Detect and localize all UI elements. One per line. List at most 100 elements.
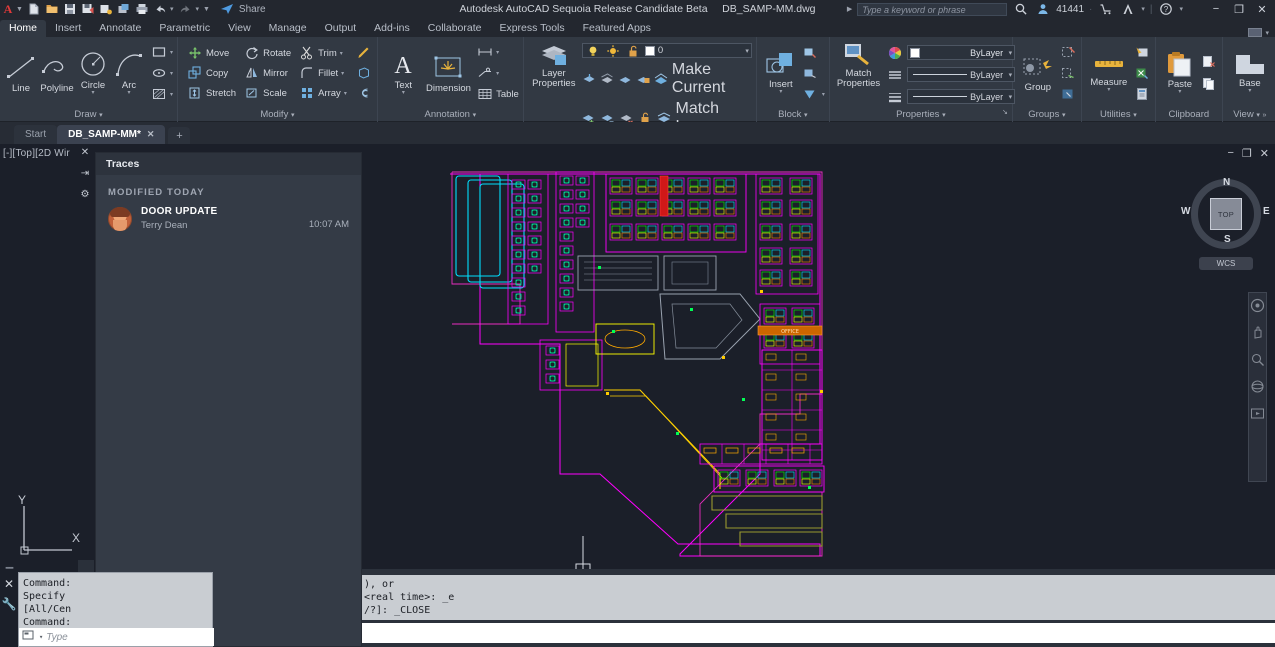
property-linetype-row[interactable]: ByLayer ▾ [886, 65, 1016, 84]
command-close-icon[interactable]: ✕ [0, 577, 18, 591]
help-chevron-icon[interactable]: ▾ [1179, 5, 1183, 13]
print-icon[interactable] [134, 1, 151, 17]
modify-panel-chevron-icon[interactable]: ▾ [291, 112, 295, 119]
color-combo-chevron-icon[interactable]: ▾ [1009, 49, 1013, 57]
compass-north-label[interactable]: N [1223, 177, 1230, 188]
mirror-button[interactable]: Mirror [243, 64, 291, 83]
ribbon-minimize-chevron-icon[interactable]: ▾ [1265, 29, 1269, 37]
properties-panel-chevron-icon[interactable]: ▾ [942, 112, 946, 119]
create-block-button[interactable] [802, 43, 825, 62]
array-button[interactable]: Array ▾ [298, 84, 347, 103]
ellipse-dropdown-icon[interactable]: ▾ [170, 70, 173, 77]
view-panel-expand-icon[interactable]: » [1263, 112, 1267, 119]
id-point-button[interactable] [1134, 85, 1151, 104]
panel-title-clipboard[interactable]: Clipboard [1156, 107, 1222, 122]
lineweight-combo-chevron-icon[interactable]: ▾ [1009, 93, 1013, 101]
explode-button[interactable] [356, 44, 373, 63]
3d-solid-button[interactable] [356, 64, 373, 83]
fillet-button[interactable]: Fillet ▾ [298, 64, 347, 83]
table-button[interactable]: Table [476, 85, 519, 104]
measure-dropdown-icon[interactable]: ▾ [1107, 87, 1110, 93]
workspace-switch-icon[interactable] [1248, 28, 1263, 37]
plot-preview-icon[interactable] [98, 1, 115, 17]
compass-east-label[interactable]: E [1263, 206, 1270, 217]
arc-button[interactable]: Arc ▾ [112, 50, 146, 96]
minimize-button[interactable]: − [1207, 3, 1225, 15]
command-input-placeholder[interactable]: Type [46, 631, 68, 644]
measure-button[interactable]: Measure ▾ [1087, 53, 1131, 93]
ribbon-tab-addins[interactable]: Add-ins [365, 20, 419, 37]
ribbon-tab-manage[interactable]: Manage [260, 20, 316, 37]
layer-isolate-icon[interactable] [582, 71, 596, 88]
text-dropdown-icon[interactable]: ▾ [402, 90, 405, 96]
layer-properties-button[interactable]: Layer Properties [532, 42, 576, 89]
panel-title-annotation[interactable]: Annotation ▾ [378, 107, 523, 122]
dimension-button[interactable]: Dimension [425, 53, 472, 94]
rectangle-dropdown-icon[interactable]: ▾ [170, 49, 173, 56]
restore-button[interactable]: ❐ [1230, 3, 1248, 16]
command-entry-row[interactable]: ▾ Type [19, 628, 214, 646]
layer-color-swatch[interactable] [644, 45, 655, 56]
file-tab-db-samp-mm[interactable]: DB_SAMP-MM* ✕ [57, 125, 166, 144]
view-panel-chevron-icon[interactable]: ▾ [1256, 112, 1260, 119]
move-button[interactable]: Move [186, 44, 236, 63]
color-combo[interactable]: ByLayer ▾ [907, 45, 1016, 60]
trim-button[interactable]: Trim ▾ [298, 44, 347, 63]
scale-button[interactable]: Scale [243, 84, 291, 103]
hatch-dropdown-icon[interactable]: ▾ [170, 91, 173, 98]
draw-panel-chevron-icon[interactable]: ▾ [99, 112, 103, 119]
lineweight-combo[interactable]: ByLayer ▾ [907, 89, 1016, 104]
polyline-button[interactable]: Polyline [40, 53, 74, 94]
ribbon-tab-parametric[interactable]: Parametric [150, 20, 219, 37]
compass-west-label[interactable]: W [1181, 206, 1190, 217]
circle-button[interactable]: Circle ▾ [76, 50, 110, 96]
close-button[interactable]: ✕ [1253, 3, 1271, 16]
command-input[interactable] [362, 623, 1275, 643]
help-icon[interactable]: ? [1157, 1, 1174, 17]
app-menu-chevron-icon[interactable]: ▼ [16, 6, 23, 13]
unlock-icon[interactable] [625, 42, 642, 59]
ribbon-tab-collaborate[interactable]: Collaborate [419, 20, 491, 37]
paste-dropdown-icon[interactable]: ▾ [1178, 89, 1181, 95]
cut-button[interactable] [1201, 53, 1218, 72]
circle-dropdown-icon[interactable]: ▾ [91, 90, 94, 96]
annotation-panel-chevron-icon[interactable]: ▾ [473, 112, 477, 119]
layer-freeze-icon[interactable] [600, 71, 614, 88]
full-navigation-wheel-icon[interactable] [1250, 298, 1265, 313]
rectangle-button[interactable]: ▾ [150, 43, 173, 62]
offset-button[interactable] [356, 84, 373, 103]
trace-list-item[interactable]: DOOR UPDATE Terry Dean 10:07 AM [96, 198, 361, 237]
publish-icon[interactable] [116, 1, 133, 17]
match-properties-button[interactable]: Match Properties [837, 42, 880, 89]
ribbon-tab-output[interactable]: Output [316, 20, 366, 37]
user-id-label[interactable]: 41441 [1056, 4, 1084, 15]
layer-combo-chevron-icon[interactable]: ▾ [745, 47, 749, 55]
panel-title-utilities[interactable]: Utilities ▾ [1082, 107, 1155, 122]
undo-icon[interactable] [152, 1, 169, 17]
layer-control-combo[interactable]: 0 ▾ [581, 42, 752, 59]
panel-title-properties[interactable]: Properties ▾ ↘ [830, 107, 1012, 122]
linear-dimension-button[interactable]: ▾ [476, 43, 519, 62]
zoom-extents-icon[interactable] [1250, 352, 1265, 367]
base-dropdown-icon[interactable]: ▾ [1248, 88, 1251, 94]
insert-dropdown-icon[interactable]: ▾ [779, 89, 782, 95]
autodesk-app-store-icon[interactable] [1097, 1, 1114, 17]
panel-title-block[interactable]: Block ▾ [757, 107, 829, 122]
command-prompt-icon[interactable] [22, 630, 36, 645]
redo-chevron-icon[interactable]: ▾ [195, 5, 199, 13]
panel-title-draw[interactable]: Draw ▾ [0, 107, 177, 122]
leader-button[interactable]: ▾ [476, 64, 519, 83]
search-expand-icon[interactable]: ▶ [847, 5, 852, 13]
make-current-icon[interactable] [654, 71, 668, 88]
ungroup-button[interactable] [1060, 43, 1077, 62]
paste-button[interactable]: Paste ▾ [1161, 51, 1199, 95]
copy-button[interactable]: Copy [186, 64, 236, 83]
command-prompt-chevron-icon[interactable]: ▾ [39, 631, 43, 644]
new-tab-button[interactable]: + [168, 127, 191, 144]
utilities-panel-chevron-icon[interactable]: ▾ [1133, 112, 1137, 119]
compass-south-label[interactable]: S [1224, 234, 1231, 245]
array-dropdown-icon[interactable]: ▾ [344, 90, 347, 97]
ribbon-tab-annotate[interactable]: Annotate [90, 20, 150, 37]
ribbon-tab-express-tools[interactable]: Express Tools [490, 20, 573, 37]
property-lineweight-row[interactable]: ByLayer ▾ [886, 87, 1016, 106]
